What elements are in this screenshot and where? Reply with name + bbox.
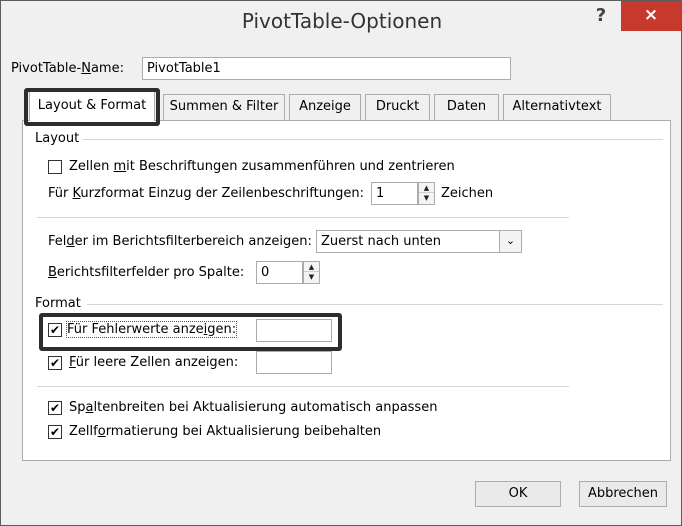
empty-cells-label: Für leere Zellen anzeigen:: [69, 355, 239, 370]
layout-group-title: Layout: [35, 131, 84, 146]
format-group-title: Format: [35, 296, 85, 311]
format-group-line: [87, 304, 663, 305]
filter-fields-spinner[interactable]: ▲ ▼: [303, 261, 320, 284]
filter-fields-label: Berichtsfilterfelder pro Spalte:: [48, 265, 245, 280]
pivottable-options-dialog: PivotTable-Optionen ? × PivotTable-Name:…: [0, 0, 682, 526]
spin-down-icon[interactable]: ▼: [304, 272, 319, 282]
dialog-title: PivotTable-Optionen: [241, 9, 443, 33]
tab-daten[interactable]: Daten: [434, 94, 499, 120]
spin-down-icon[interactable]: ▼: [419, 193, 434, 203]
chevron-down-icon[interactable]: ⌄: [499, 231, 521, 252]
pivottable-name-input[interactable]: PivotTable1: [142, 57, 511, 80]
filter-area-select[interactable]: Zuerst nach unten: [316, 230, 522, 253]
indent-unit-label: Zeichen: [441, 186, 494, 201]
tab-alternativtext[interactable]: Alternativtext: [503, 94, 611, 120]
autofit-columns-checkbox[interactable]: ✔: [48, 401, 62, 415]
merge-cells-checkbox[interactable]: [48, 160, 62, 174]
layout-separator: [37, 217, 569, 218]
close-button[interactable]: ×: [621, 1, 681, 31]
title-bar: PivotTable-Optionen ? ×: [1, 1, 681, 39]
cancel-button[interactable]: Abbrechen: [579, 481, 667, 507]
format-separator: [37, 386, 569, 387]
merge-cells-label: Zellen mit Beschriftungen zusammenführen…: [69, 159, 455, 174]
indent-label: Für Kurzformat Einzug der Zeilenbeschrif…: [48, 186, 365, 201]
help-icon[interactable]: ?: [589, 5, 613, 29]
tab-anzeige[interactable]: Anzeige: [289, 94, 361, 120]
spin-up-icon[interactable]: ▲: [304, 262, 319, 272]
filter-area-label: Felder im Berichtsfilterbereich anzeigen…: [48, 234, 312, 249]
filter-fields-input[interactable]: 0: [256, 261, 303, 284]
indent-input[interactable]: 1: [371, 182, 418, 205]
preserve-formatting-label: Zellformatierung bei Aktualisierung beib…: [69, 424, 382, 439]
spin-up-icon[interactable]: ▲: [419, 183, 434, 193]
empty-cells-checkbox[interactable]: ✔: [48, 356, 62, 370]
tab-druckt[interactable]: Druckt: [365, 94, 430, 120]
indent-spinner[interactable]: ▲ ▼: [418, 182, 435, 205]
empty-cells-input[interactable]: [256, 351, 332, 374]
pivottable-name-label: PivotTable-Name:: [11, 61, 124, 76]
layout-group-line: [81, 139, 663, 140]
ok-button[interactable]: OK: [475, 481, 561, 507]
preserve-formatting-checkbox[interactable]: ✔: [48, 425, 62, 439]
error-values-highlight-frame: [39, 313, 342, 351]
tab-highlight-frame: [24, 88, 160, 126]
tab-summen-filter[interactable]: Summen & Filter: [163, 94, 285, 120]
autofit-columns-label: Spaltenbreiten bei Aktualisierung automa…: [69, 400, 438, 415]
